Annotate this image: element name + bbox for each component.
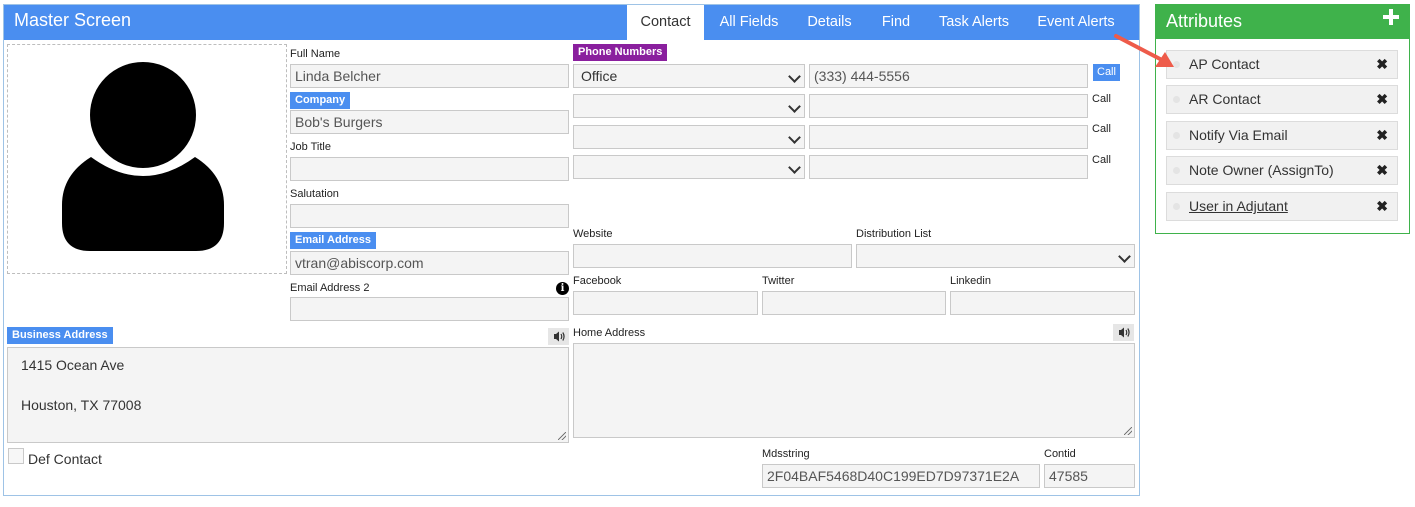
remove-close-icon[interactable]: ✖ (1376, 122, 1388, 149)
attribute-label: AP Contact (1189, 56, 1260, 72)
remove-close-icon[interactable]: ✖ (1376, 193, 1388, 220)
call-button-2[interactable]: Call (1092, 93, 1111, 105)
phone-type-select-4[interactable] (573, 155, 805, 179)
mdsstring-input[interactable]: 2F04BAF5468D40C199ED7D97371E2A (762, 464, 1040, 488)
chevron-down-icon (788, 161, 801, 174)
facebook-input[interactable] (573, 291, 758, 315)
attribute-item[interactable]: User in Adjutant ✖ (1166, 192, 1398, 221)
phone-type-value: Office (581, 68, 618, 84)
business-address-textarea[interactable]: 1415 Ocean Ave Houston, TX 77008 (7, 347, 569, 443)
home-address-textarea[interactable] (573, 343, 1135, 438)
phone-number-input-4[interactable] (809, 155, 1088, 179)
page-title: Master Screen (14, 10, 132, 30)
speaker-icon[interactable] (1113, 324, 1134, 341)
chevron-down-icon (788, 70, 801, 83)
def-contact-label: Def Contact (28, 451, 102, 467)
website-label: Website (573, 228, 613, 240)
drag-handle-icon[interactable] (1173, 96, 1180, 103)
phone-number-input-2[interactable] (809, 94, 1088, 118)
distribution-list-select[interactable] (856, 244, 1135, 268)
def-contact-checkbox[interactable] (8, 448, 24, 464)
business-address-line1: 1415 Ocean Ave (21, 357, 125, 373)
job-title-input[interactable] (290, 157, 569, 181)
email2-label: Email Address 2 (290, 282, 370, 294)
phone-number-input-1[interactable]: (333) 444-5556 (809, 64, 1088, 88)
info-icon[interactable]: i (556, 282, 569, 295)
attribute-item[interactable]: Note Owner (AssignTo) ✖ (1166, 156, 1398, 185)
email-label: Email Address (290, 232, 377, 249)
contid-label: Contid (1044, 448, 1076, 460)
phone-type-select-1[interactable]: Office (573, 64, 805, 88)
phone-number-input-3[interactable] (809, 125, 1088, 149)
resize-handle[interactable] (1124, 427, 1132, 435)
email-input[interactable]: vtran@abiscorp.com (290, 251, 569, 275)
attribute-label-link[interactable]: User in Adjutant (1189, 198, 1288, 214)
home-address-label: Home Address (573, 327, 646, 339)
chevron-down-icon (788, 131, 801, 144)
business-address-label: Business Address (7, 327, 113, 344)
distribution-list-label: Distribution List (856, 228, 932, 240)
chevron-down-icon (788, 100, 801, 113)
facebook-label: Facebook (573, 275, 622, 287)
tab-task-alerts[interactable]: Task Alerts (930, 5, 1018, 40)
tab-details[interactable]: Details (798, 5, 861, 40)
remove-close-icon[interactable]: ✖ (1376, 51, 1388, 78)
twitter-label: Twitter (762, 275, 795, 287)
person-avatar-icon (62, 62, 224, 251)
attribute-label: AR Contact (1189, 91, 1261, 107)
company-input[interactable]: Bob's Burgers (290, 110, 569, 134)
speaker-icon[interactable] (548, 328, 569, 345)
tab-all-fields[interactable]: All Fields (710, 5, 788, 40)
website-input[interactable] (573, 244, 852, 268)
contid-input[interactable]: 47585 (1044, 464, 1135, 488)
salutation-label: Salutation (290, 188, 339, 200)
call-button-4[interactable]: Call (1092, 154, 1111, 166)
job-title-label: Job Title (290, 141, 331, 153)
drag-handle-icon[interactable] (1173, 167, 1180, 174)
phone-type-select-3[interactable] (573, 125, 805, 149)
resize-handle[interactable] (558, 432, 566, 440)
mdsstring-label: Mdsstring (762, 448, 810, 460)
attribute-item[interactable]: AR Contact ✖ (1166, 85, 1398, 114)
contact-photo[interactable] (7, 44, 287, 274)
tab-contact[interactable]: Contact (627, 5, 704, 40)
company-label: Company (290, 92, 351, 109)
phone-type-select-2[interactable] (573, 94, 805, 118)
annotation-arrow-icon (1114, 34, 1174, 67)
drag-handle-icon[interactable] (1173, 203, 1180, 210)
phone-numbers-label: Phone Numbers (573, 44, 668, 61)
twitter-input[interactable] (762, 291, 946, 315)
call-button-3[interactable]: Call (1092, 123, 1111, 135)
speaker-icon-svg (554, 331, 565, 342)
full-name-input[interactable]: Linda Belcher (290, 64, 569, 88)
add-attribute-plus-icon[interactable] (1383, 9, 1399, 25)
attribute-label: Note Owner (AssignTo) (1189, 162, 1334, 178)
attributes-title: Attributes (1166, 11, 1243, 31)
business-address-line2: Houston, TX 77008 (21, 397, 142, 413)
speaker-icon-svg (1119, 327, 1130, 338)
drag-handle-icon[interactable] (1173, 132, 1180, 139)
linkedin-input[interactable] (950, 291, 1135, 315)
remove-close-icon[interactable]: ✖ (1376, 157, 1388, 184)
chevron-down-icon (1118, 250, 1131, 263)
linkedin-label: Linkedin (950, 275, 991, 287)
attribute-item[interactable]: AP Contact ✖ (1166, 50, 1398, 79)
tab-find[interactable]: Find (872, 5, 920, 40)
salutation-input[interactable] (290, 204, 569, 228)
remove-close-icon[interactable]: ✖ (1376, 86, 1388, 113)
full-name-label: Full Name (290, 48, 341, 60)
attribute-label: Notify Via Email (1189, 127, 1288, 143)
email2-input[interactable] (290, 297, 569, 321)
attribute-item[interactable]: Notify Via Email ✖ (1166, 121, 1398, 150)
